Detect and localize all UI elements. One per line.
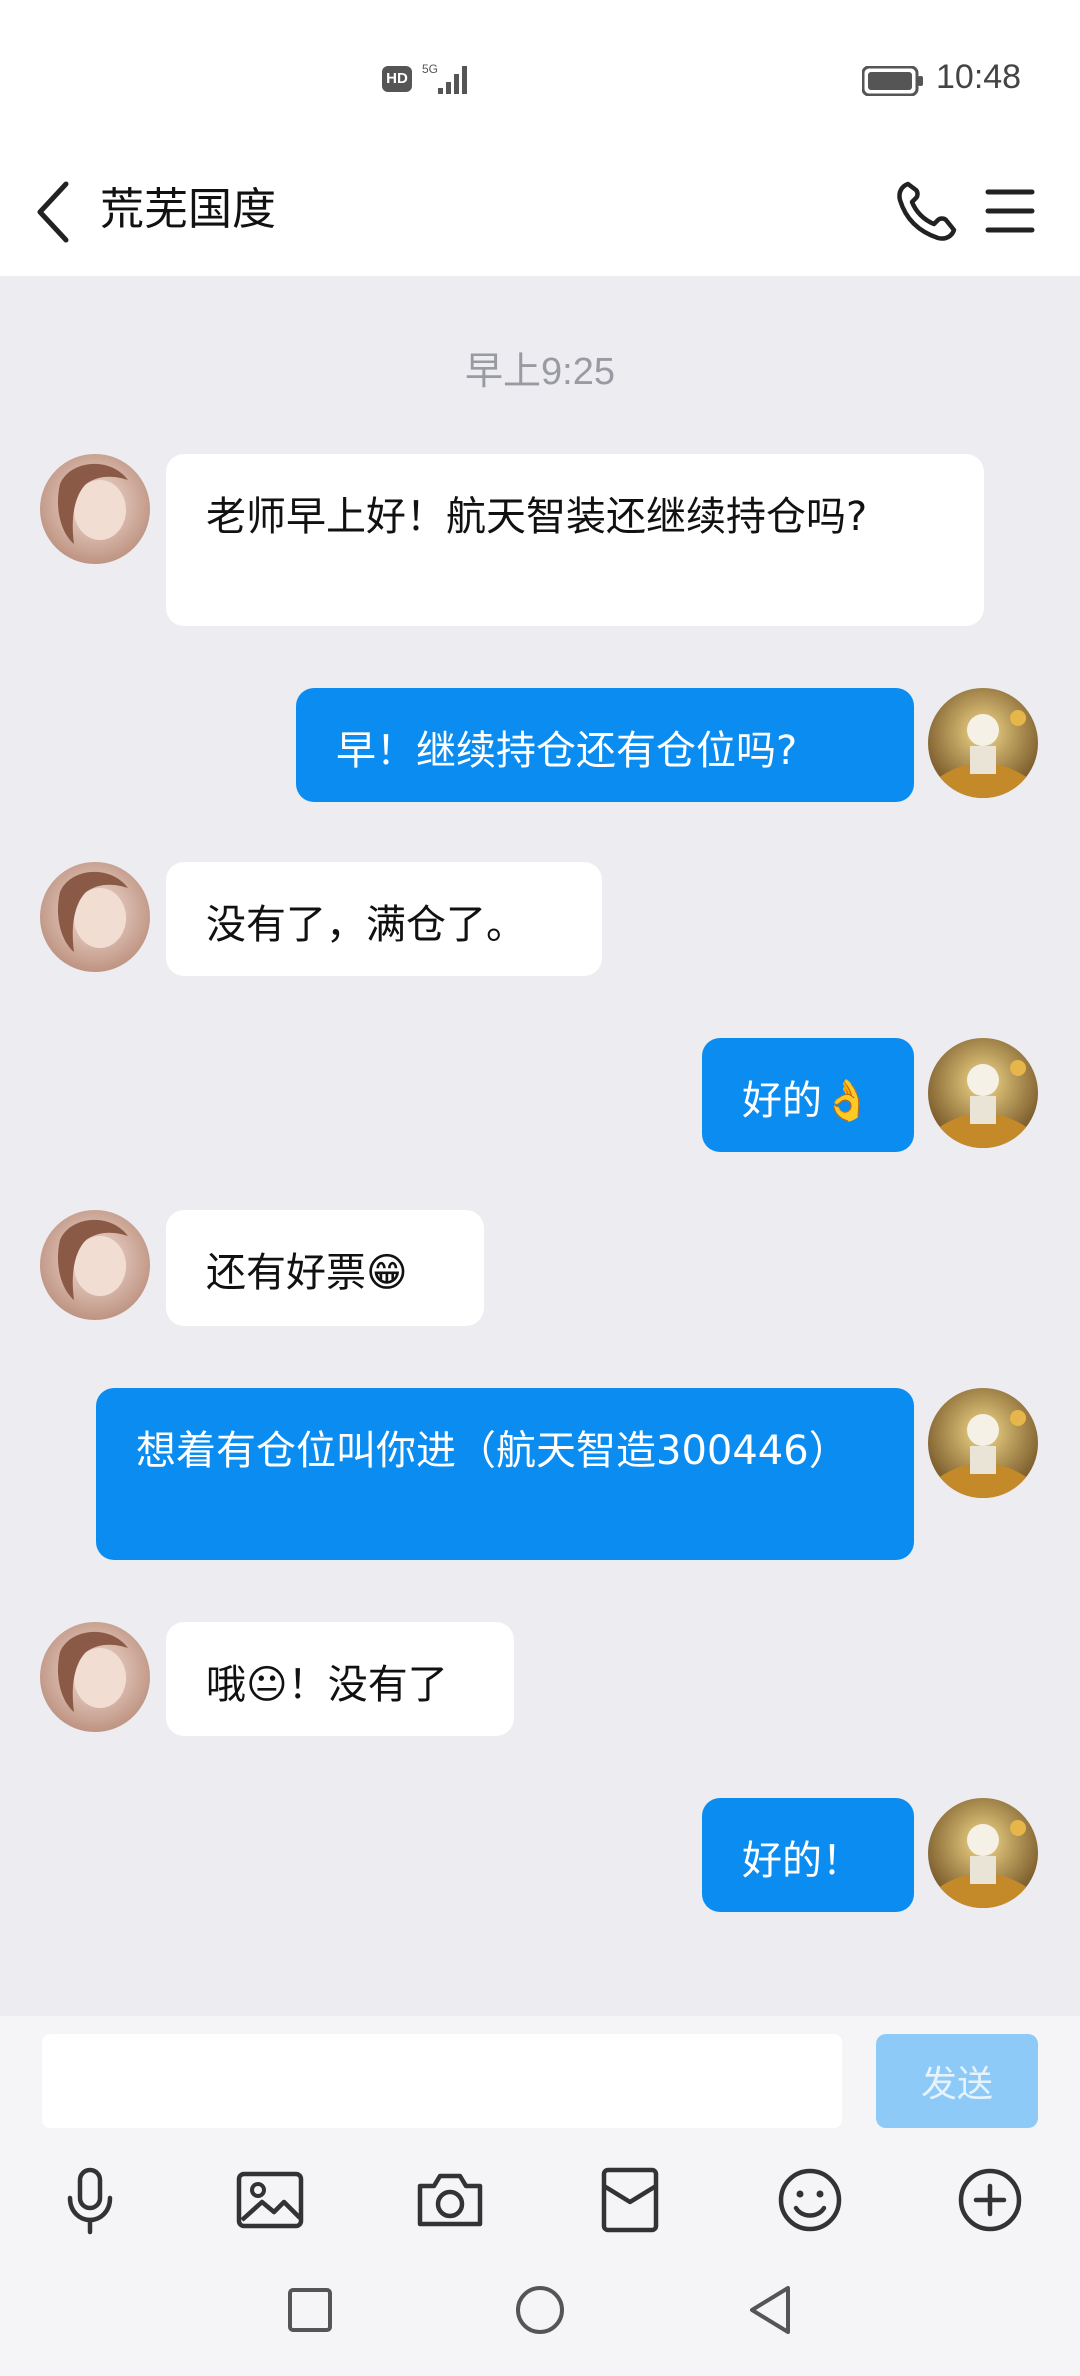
chat-title: 荒芜国度 [100,184,276,235]
recent-apps-icon[interactable] [280,2280,340,2340]
user-avatar[interactable] [928,1388,1038,1498]
message-bubble[interactable]: 好的👌 [702,1038,914,1152]
image-icon[interactable] [234,2164,306,2236]
contact-avatar[interactable] [40,454,150,564]
contact-avatar[interactable] [40,1622,150,1732]
status-bar: HD 5G 10:48 [0,0,1080,150]
contact-avatar[interactable] [40,862,150,972]
message-timestamp: 早上9:25 [465,351,615,393]
plus-icon[interactable] [954,2164,1026,2236]
message-bubble[interactable]: 好的！ [702,1798,914,1912]
chat-toolbar [0,2142,1080,2252]
emoji-icon[interactable] [774,2164,846,2236]
message-bubble[interactable]: 老师早上好！航天智装还继续持仓吗? [166,454,984,626]
back-icon[interactable] [740,2280,800,2340]
menu-icon[interactable] [980,176,1040,246]
user-avatar[interactable] [928,1038,1038,1148]
message-input[interactable] [42,2034,842,2128]
user-avatar[interactable] [928,688,1038,798]
input-bar: 发送 [0,2016,1080,2142]
home-icon[interactable] [510,2280,570,2340]
red-packet-icon[interactable] [594,2164,666,2236]
signal-icon: 5G [422,62,467,94]
message-bubble[interactable]: 没有了，满仓了。 [166,862,602,976]
battery-icon [862,66,923,96]
system-navigation-bar [0,2252,1080,2376]
back-arrow-icon[interactable] [30,172,80,252]
phone-icon[interactable] [890,170,960,250]
message-bubble[interactable]: 还有好票😁 [166,1210,484,1326]
hd-badge: HD [382,66,412,92]
microphone-icon[interactable] [54,2164,126,2236]
chat-area[interactable]: 早上9:25 老师早上好！航天智装还继续持仓吗? 早！继续持仓还有仓位吗? 没有… [0,276,1080,2016]
network-label: 5G [422,62,438,76]
message-bubble[interactable]: 哦😐！没有了 [166,1622,514,1736]
send-button[interactable]: 发送 [876,2034,1038,2128]
chat-header: 荒芜国度 [0,150,1080,276]
message-bubble[interactable]: 想着有仓位叫你进（航天智造300446） [96,1388,914,1560]
message-bubble[interactable]: 早！继续持仓还有仓位吗? [296,688,914,802]
user-avatar[interactable] [928,1798,1038,1908]
camera-icon[interactable] [414,2164,486,2236]
contact-avatar[interactable] [40,1210,150,1320]
clock: 10:48 [936,58,1022,96]
